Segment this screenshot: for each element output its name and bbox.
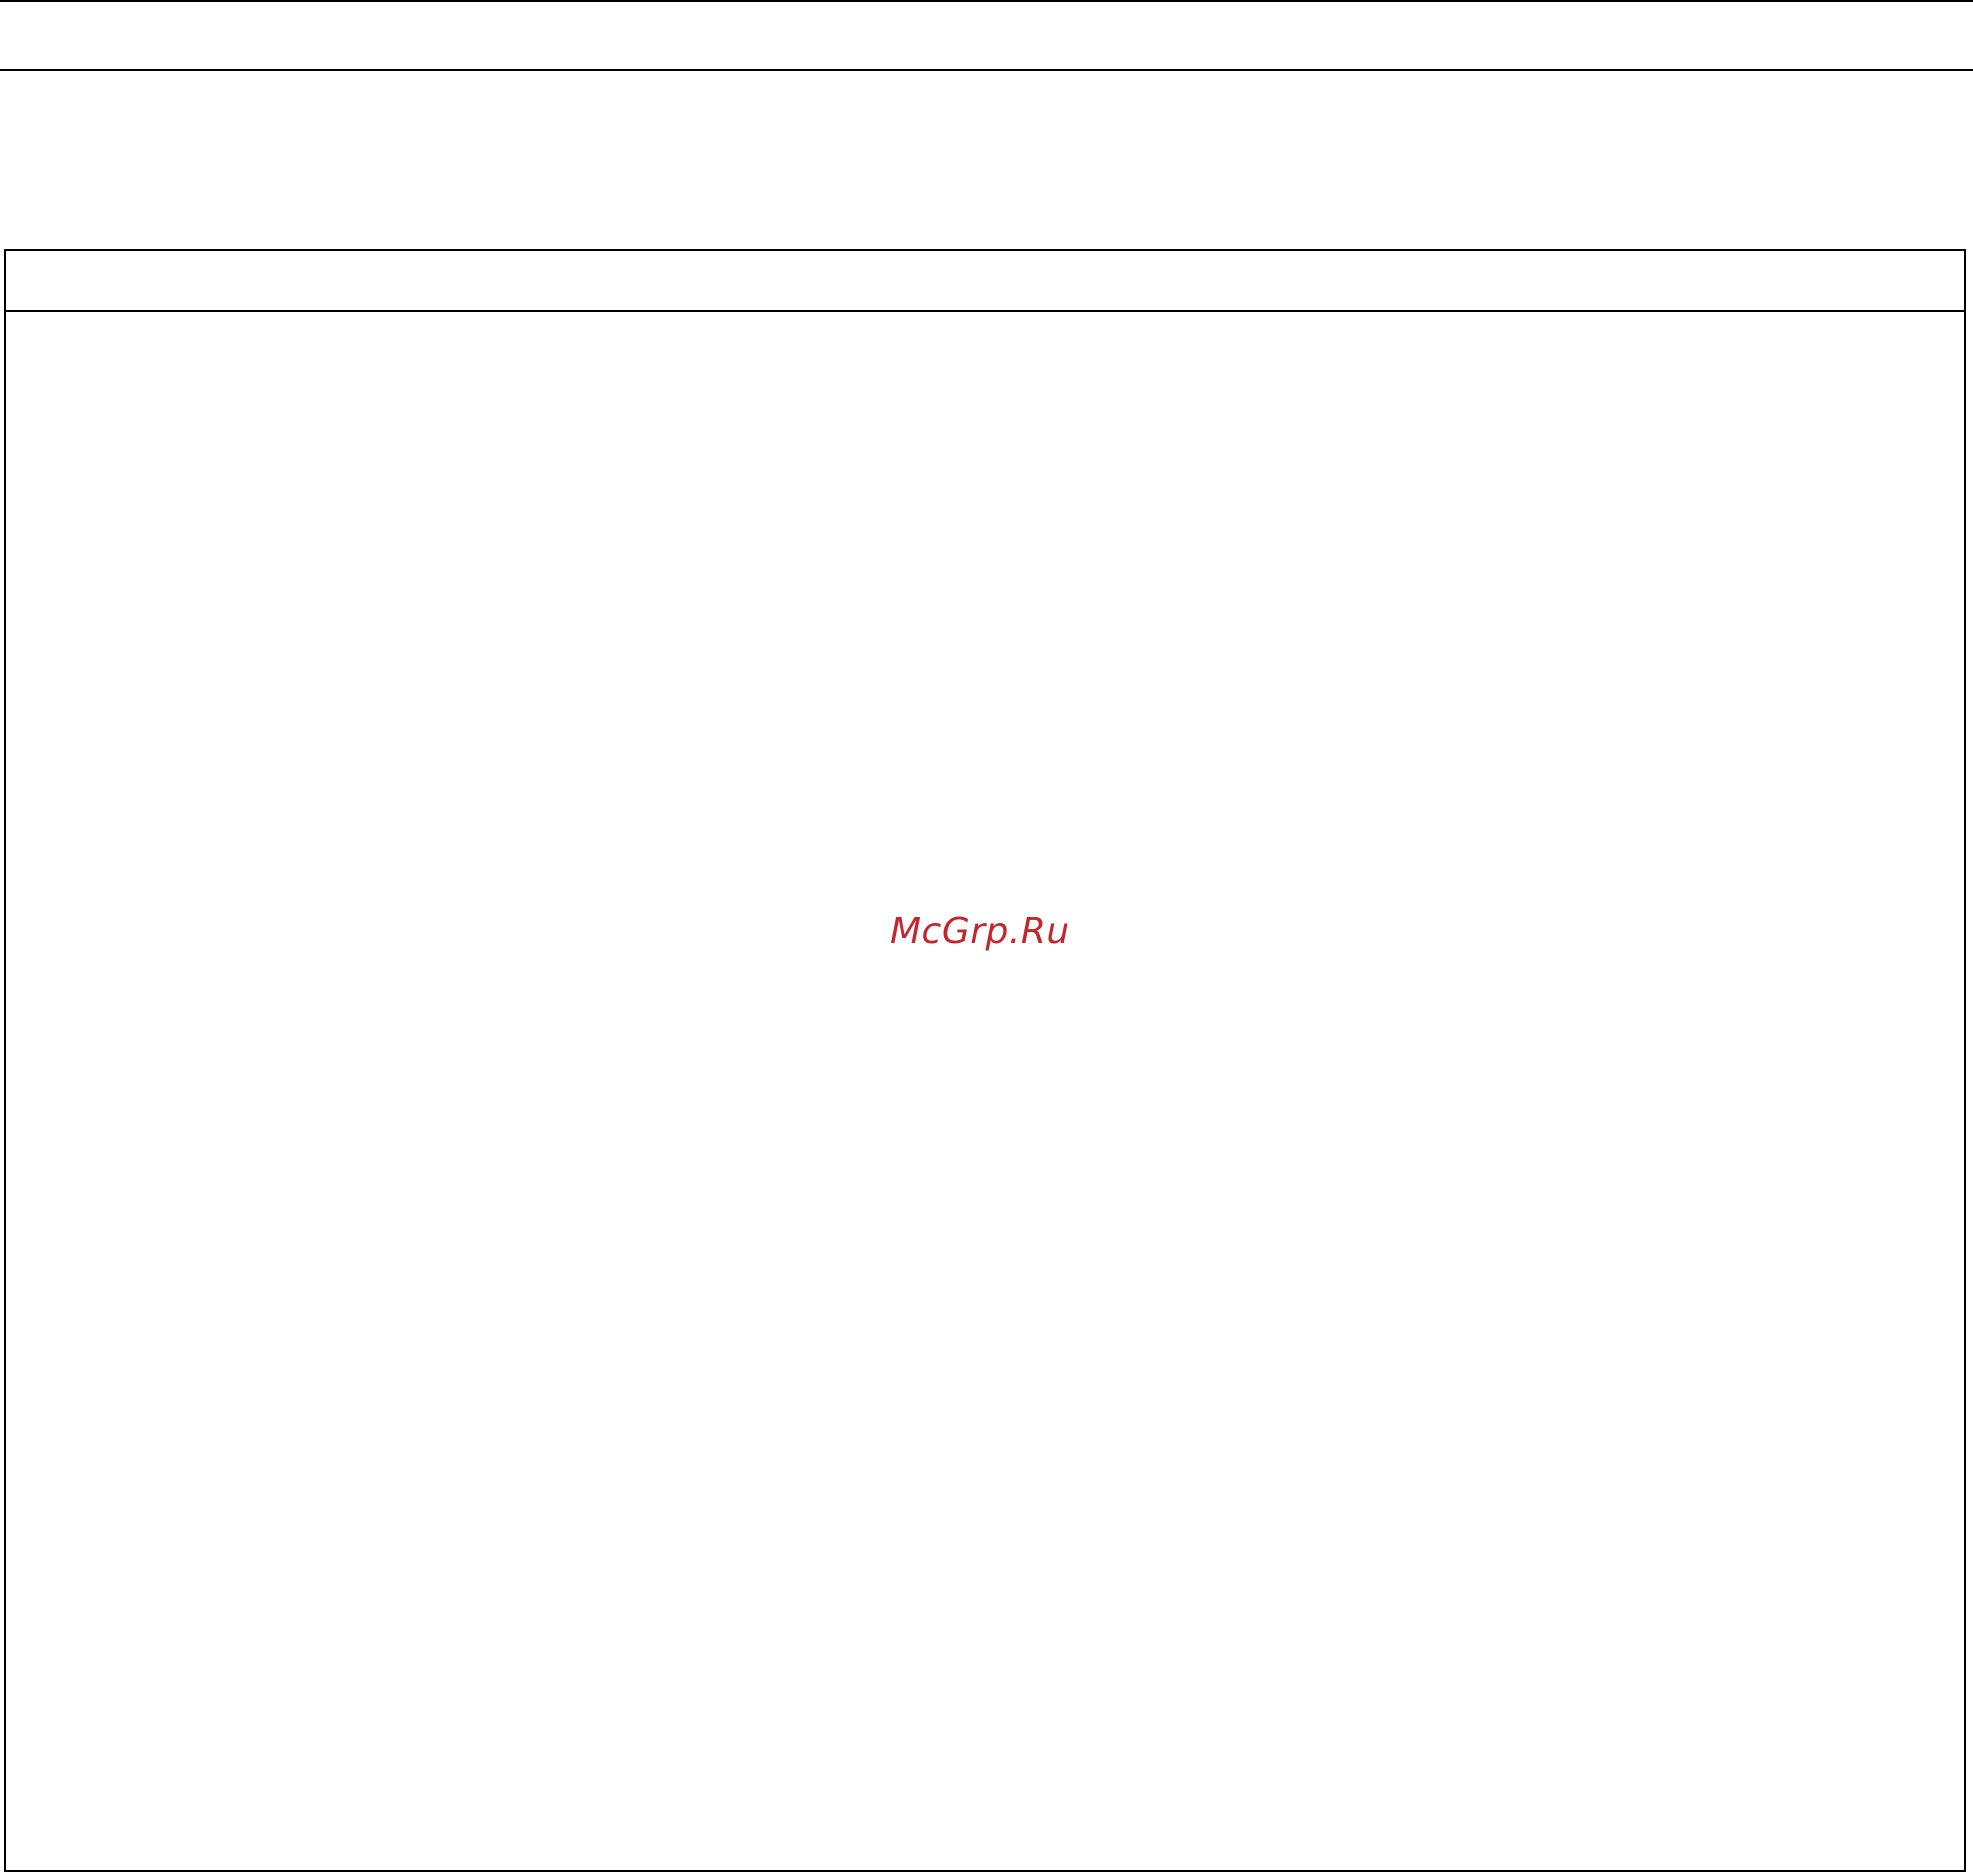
frame-header-row	[6, 251, 1964, 312]
frame-body	[6, 312, 1964, 1870]
top-border-line	[0, 0, 1973, 2]
document-page: McGrp.Ru	[0, 0, 1973, 1875]
header-rule	[0, 69, 1973, 71]
content-frame	[4, 249, 1966, 1872]
watermark-text: McGrp.Ru	[890, 911, 1070, 952]
